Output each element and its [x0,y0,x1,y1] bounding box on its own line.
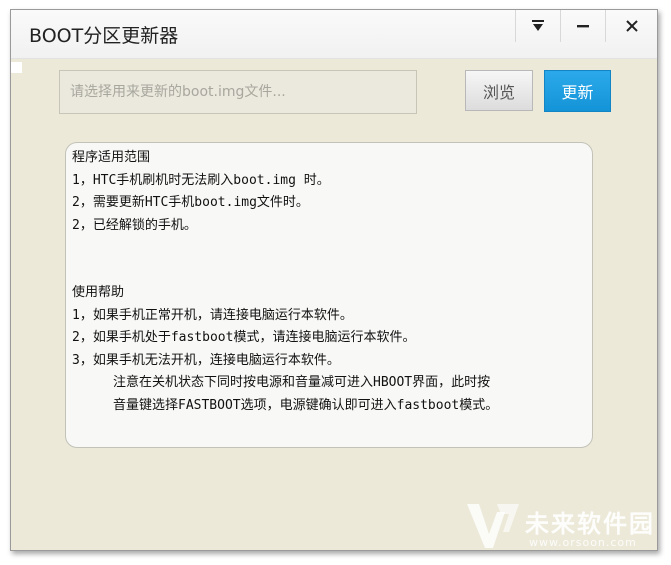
watermark-url: www.orsoon.com [529,536,637,549]
help-line [72,237,586,260]
help-line: 3，如果手机无法开机，连接电脑运行本软件。 [72,352,340,368]
help-line: 程序适用范围 [72,150,151,165]
close-icon [626,20,638,32]
boot-file-path-input[interactable] [59,70,417,114]
help-line: 2，如果手机处于fastboot模式，请连接电脑运行本软件。 [72,330,416,345]
help-line: 1，HTC手机刷机时无法刷入boot.img 时。 [72,172,330,188]
app-window: BOOT分区更新器 浏览 更新 程序适用范围 1，HTC手机刷机时无法刷入boo… [10,9,658,551]
minimize-icon [577,25,589,28]
watermark-name: 未来软件园 [525,510,655,538]
help-line: 音量键选择FASTBOOT选项，电源键确认即可进入fastboot模式。 [113,397,499,413]
help-line: 使用帮助 [72,285,125,300]
minimize-button[interactable] [560,10,605,42]
site-watermark: 未来软件园 www.orsoon.com [463,498,663,556]
close-button[interactable] [605,10,658,42]
help-text-box: 程序适用范围 1，HTC手机刷机时无法刷入boot.img 时。 2，需要更新H… [65,142,593,448]
update-button[interactable]: 更新 [544,70,611,112]
help-line: 注意在关机状态下同时按电源和音量减可进入HBOOT界面，此时按 [113,375,491,390]
browse-button[interactable]: 浏览 [465,70,533,111]
help-line: 2，已经解锁的手机。 [72,217,197,233]
help-line: 2，需要更新HTC手机boot.img文件时。 [72,195,309,210]
title-bar[interactable]: BOOT分区更新器 [11,10,657,59]
watermark-logo-icon [467,504,519,548]
help-line: 1，如果手机正常开机，请连接电脑运行本软件。 [72,307,353,323]
dropdown-menu-icon [532,20,544,31]
help-line [72,260,586,283]
corner-marker [11,62,22,73]
menu-button[interactable] [515,10,560,42]
window-title: BOOT分区更新器 [29,25,179,47]
